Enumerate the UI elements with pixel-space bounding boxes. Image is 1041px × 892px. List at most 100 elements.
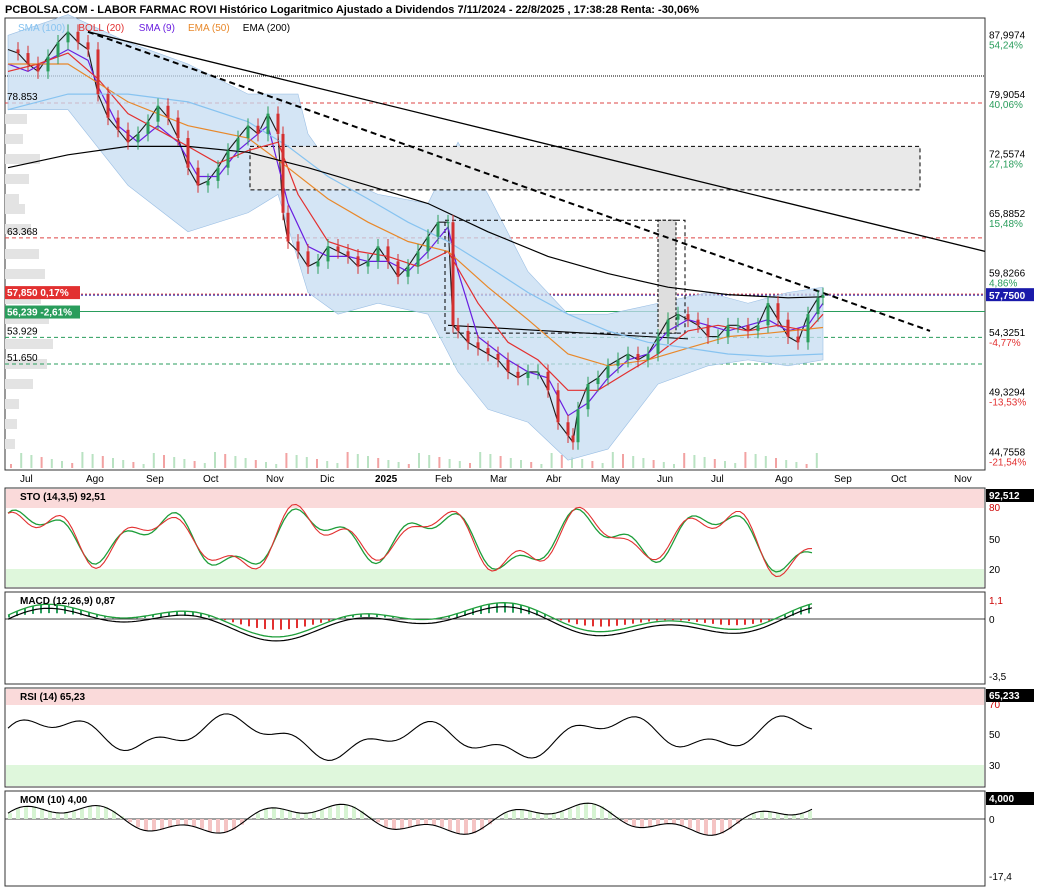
x-axis-label: Nov [954,474,972,485]
legend-entry: BOLL (20) [78,23,124,34]
macd-histogram-bar [608,619,610,627]
candle-body [546,371,550,391]
volume-bar [795,462,798,468]
candle-body [166,105,170,118]
candle-body [736,325,740,327]
macd-histogram-bar [672,619,674,621]
pct-axis-label: 27,18% [989,159,1023,170]
macd-histogram-bar [688,619,690,622]
volume-bar [479,452,482,468]
mom-area-bar [328,807,332,819]
volume-profile-bar [5,339,53,349]
candle-body [116,117,120,130]
candle-body [196,167,200,186]
candle-body [786,319,790,337]
panel-frame-mom [4,790,986,887]
mom-area-bar [8,813,12,819]
mom-area-bar [264,809,268,819]
volume-bar [591,461,594,468]
mom-area-bar [72,811,76,819]
panel-frame-macd [4,591,986,685]
candle-body [566,422,570,436]
candle-body [686,314,690,320]
macd-histogram-bar [640,619,642,623]
mom-area-bar [312,812,316,819]
volume-bar [132,462,135,468]
volume-bar [50,459,53,468]
candle-body [821,295,825,298]
volume-bar [244,458,247,468]
volume-bar [377,458,380,468]
x-axis-label: Oct [891,474,907,485]
pct-axis-label: 54,24% [989,40,1023,51]
mom-area-bar [256,813,260,819]
macd-histogram-bar [312,619,314,625]
volume-bar [754,454,757,468]
macd-histogram-bar [504,602,506,613]
candle-body [766,303,770,326]
left-level-label: 78.853 [7,92,38,103]
volume-profile-bar [5,269,45,279]
mom-area-bar [64,812,68,819]
legend-entry: SMA (100) [18,23,65,34]
volume-profile-bar [5,134,23,144]
volume-bar [30,455,33,468]
volume-bar [81,452,84,468]
volume-bar [397,462,400,468]
candle-body [556,390,560,423]
volume-bar [662,462,665,468]
overbought-zone [6,689,984,705]
volume-bar [254,460,257,468]
macd-histogram-bar [224,619,226,621]
volume-bar [346,452,349,468]
candle-body [696,319,700,326]
macd-histogram-bar [328,619,330,621]
mom-area-bar [304,813,308,819]
candle-body [716,336,720,338]
panel-tick: 30 [989,761,1001,772]
volume-bar [142,464,145,468]
macd-histogram-bar [584,619,586,626]
macd-histogram-bar [624,619,626,625]
candle-body [216,167,220,181]
candle-body [66,31,70,43]
volume-bar [224,454,227,468]
volume-bar [234,456,237,468]
mom-area-bar [224,819,228,833]
volume-bar [203,463,206,468]
x-axis-label: Sep [834,474,852,485]
volume-bar [734,463,737,468]
pct-axis-label: 4,86% [989,278,1017,289]
volume-bar [122,460,125,468]
overbought-zone [6,489,984,508]
candle-body [576,409,580,443]
candle-body [496,353,500,360]
mom-area-bar [144,819,148,831]
mom-area-bar [584,803,588,819]
x-axis-label: 2025 [375,474,398,485]
volume-bar [101,456,104,468]
volume-bar [173,457,176,468]
left-level-label: 53.929 [7,326,38,337]
x-axis-label: Jun [657,474,673,485]
volume-bar [112,458,114,468]
macd-histogram-bar [752,619,754,624]
macd-histogram-bar [616,619,618,626]
panel-tick: -3,5 [989,672,1007,683]
candle-body [306,251,310,267]
macd-histogram-bar [704,619,706,623]
macd-histogram-bar [232,619,234,623]
candle-body [356,256,360,267]
mom-area-bar [520,809,524,819]
candle-body [616,359,620,366]
candle-body [296,241,300,252]
mom-area-bar [280,808,284,819]
candle-body [571,435,575,443]
pct-axis-label: -13,53% [989,397,1026,408]
volume-bar [387,460,390,468]
x-axis-label: Ago [86,474,104,485]
legend: SMA (100) BOLL (20) SMA (9) EMA (50) EMA (20… [18,23,290,34]
candle-body [36,63,40,72]
volume-bar [275,464,278,468]
volume-bar [601,463,604,468]
